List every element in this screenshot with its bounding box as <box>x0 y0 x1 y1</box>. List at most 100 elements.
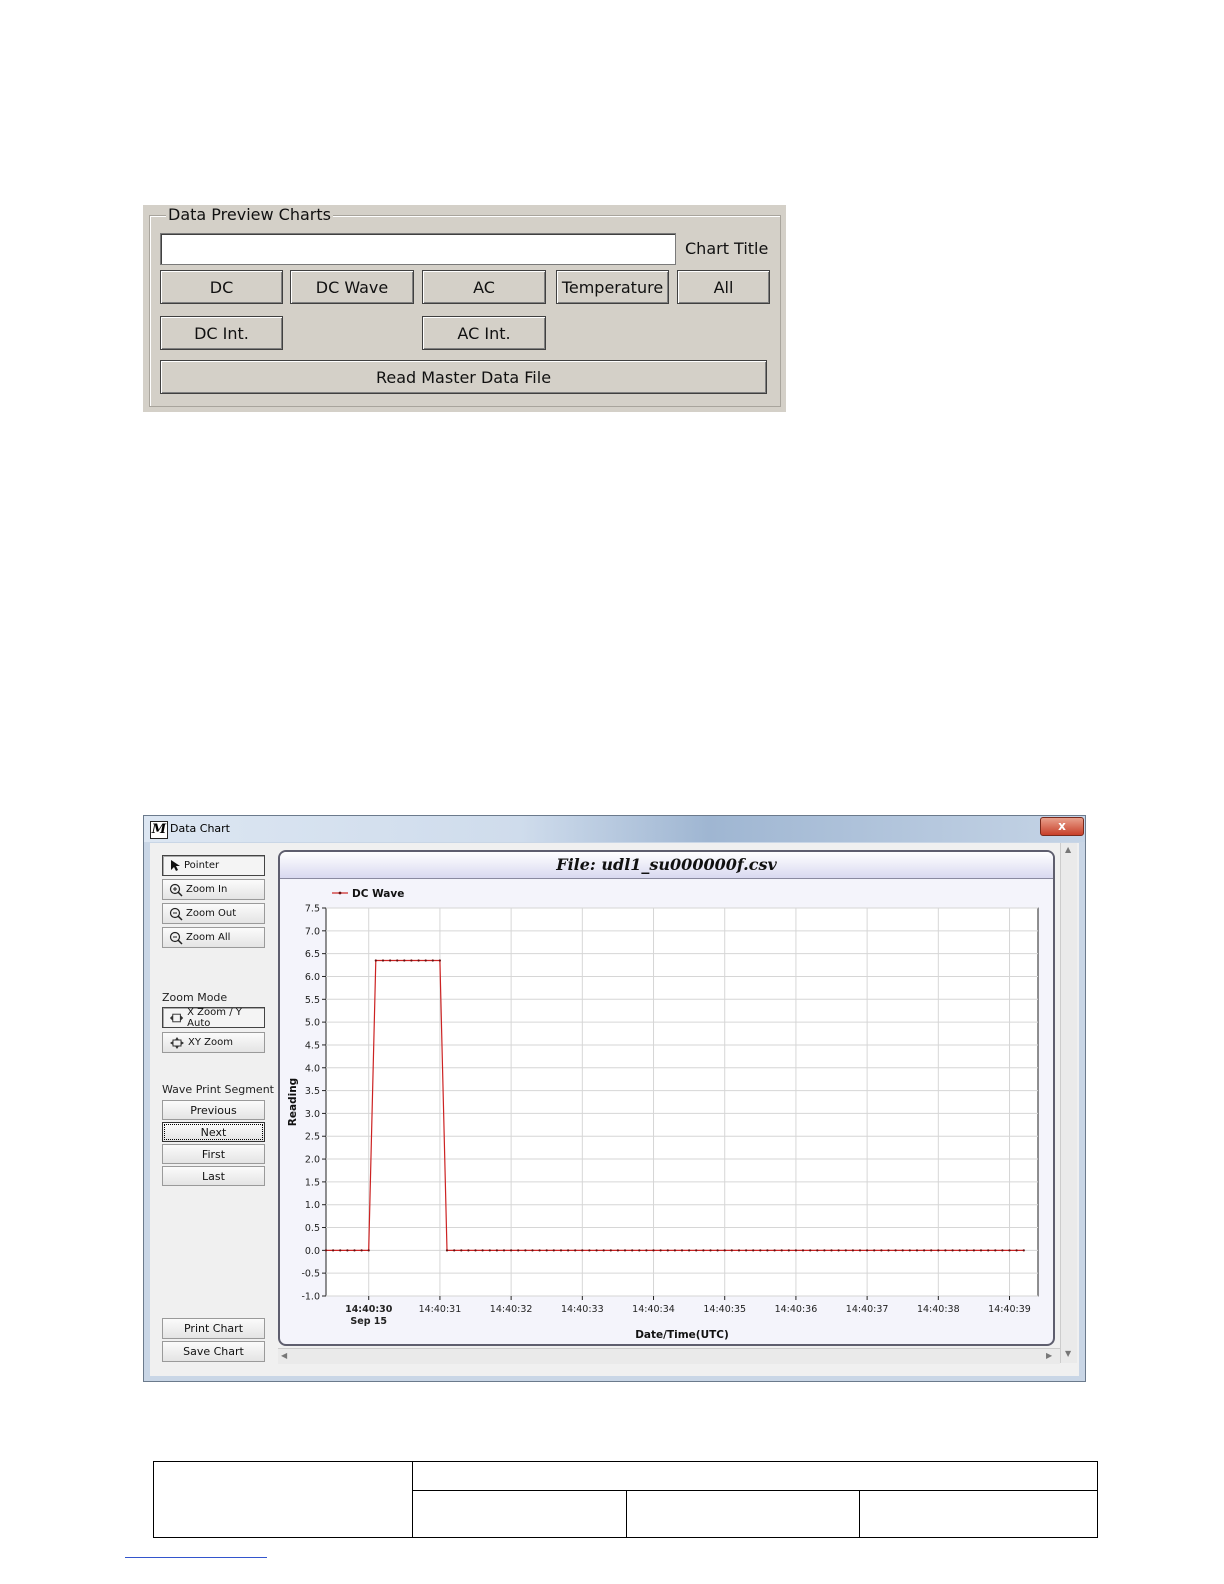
data-point <box>673 1249 676 1252</box>
table-cell <box>412 1461 1098 1491</box>
scroll-right-icon[interactable]: ▶ <box>1046 1351 1052 1360</box>
table-row <box>153 1461 1098 1538</box>
data-point <box>915 1249 919 1252</box>
data-point <box>894 1249 897 1252</box>
zoom-out-button[interactable]: Zoom Out <box>162 903 265 924</box>
data-point <box>588 1249 591 1252</box>
read-master-data-file-button[interactable]: Read Master Data File <box>160 360 767 394</box>
window-client-area: Pointer Zoom In Zoom Out Zoom All Zoom M… <box>150 843 1079 1376</box>
data-point <box>994 1249 997 1252</box>
data-point <box>901 1249 904 1252</box>
scroll-left-icon[interactable]: ◀ <box>281 1351 287 1360</box>
x-tick-label: 14:40:36 <box>775 1304 818 1315</box>
table-cell <box>153 1461 413 1538</box>
data-point <box>410 959 413 962</box>
next-button[interactable]: Next <box>162 1122 265 1142</box>
data-point <box>552 1249 555 1252</box>
data-point <box>403 959 406 962</box>
data-point <box>695 1249 698 1252</box>
data-point <box>360 1249 363 1252</box>
zoom-in-label: Zoom In <box>186 884 228 895</box>
data-point <box>787 1249 790 1252</box>
data-point <box>737 1249 741 1252</box>
chart-panel: File: udl1_su000000f.csv 7.5 7.0 6.5 6.0 5.5… <box>278 850 1055 1346</box>
zoom-out-label: Zoom Out <box>186 908 237 919</box>
window-title: Data Chart <box>170 822 230 835</box>
data-point <box>880 1249 883 1252</box>
previous-button[interactable]: Previous <box>162 1100 265 1120</box>
data-point <box>538 1249 541 1252</box>
dc-wave-button[interactable]: DC Wave <box>290 270 414 304</box>
data-point <box>887 1249 890 1252</box>
data-point <box>816 1249 819 1252</box>
dc-wave-chart[interactable]: 7.5 7.0 6.5 6.0 5.5 5.0 4.5 4.0 3.5 3.0 2.5 2.0 1.5 1… <box>280 878 1053 1344</box>
last-button[interactable]: Last <box>162 1166 265 1186</box>
y-tick-label: 4.5 <box>305 1040 320 1051</box>
scroll-up-icon[interactable]: ▲ <box>1065 845 1071 854</box>
data-point <box>510 1249 513 1252</box>
data-point <box>431 959 434 962</box>
wave-print-segment-label: Wave Print Segment <box>162 1083 274 1096</box>
window-titlebar[interactable]: M Data Chart x <box>144 816 1085 842</box>
xy-zoom-button[interactable]: XY Zoom <box>162 1032 265 1053</box>
data-point <box>780 1249 783 1252</box>
y-tick-label: 4.0 <box>305 1063 320 1074</box>
x-axis-title: Date/Time(UTC) <box>635 1329 729 1341</box>
app-logo-icon: M <box>150 821 168 839</box>
horizontal-scrollbar[interactable]: ◀ ▶ <box>278 1348 1060 1364</box>
save-chart-button[interactable]: Save Chart <box>162 1341 265 1362</box>
data-point <box>923 1249 926 1252</box>
table-cell <box>412 1490 627 1538</box>
data-point <box>595 1249 598 1252</box>
close-button[interactable]: x <box>1040 817 1084 836</box>
y-tick-label: 3.5 <box>305 1086 320 1097</box>
data-point <box>623 1249 627 1252</box>
data-point <box>987 1249 990 1252</box>
data-point <box>823 1249 826 1252</box>
chart-file-title: File: udl1_su000000f.csv <box>280 852 1053 879</box>
data-point <box>652 1249 655 1252</box>
data-point <box>616 1249 619 1252</box>
ac-button[interactable]: AC <box>422 270 546 304</box>
all-button[interactable]: All <box>677 270 770 304</box>
data-point <box>1001 1249 1004 1252</box>
x-tick-label: 14:40:34 <box>632 1304 675 1315</box>
dc-button[interactable]: DC <box>160 270 283 304</box>
y-tick-label: 7.0 <box>305 926 320 937</box>
scroll-down-icon[interactable]: ▼ <box>1065 1349 1071 1358</box>
chart-title-input[interactable] <box>160 233 676 265</box>
temperature-button[interactable]: Temperature <box>556 270 669 304</box>
first-button[interactable]: First <box>162 1144 265 1164</box>
x-zoom-y-auto-button[interactable]: X Zoom / Y Auto <box>162 1007 265 1029</box>
data-chart-window: M Data Chart x Pointer Zoom In Zoom Out … <box>143 815 1086 1382</box>
data-point <box>944 1249 947 1252</box>
zoom-mode-label: Zoom Mode <box>162 991 228 1004</box>
zoom-in-button[interactable]: Zoom In <box>162 879 265 900</box>
y-tick-label: 0.0 <box>305 1246 320 1257</box>
data-point <box>873 1249 876 1252</box>
data-point <box>723 1249 726 1252</box>
footer-table <box>153 1461 1098 1538</box>
x-tick-label: 14:40:32 <box>490 1304 533 1315</box>
data-point <box>389 959 392 962</box>
dc-int-button[interactable]: DC Int. <box>160 316 283 350</box>
data-point <box>353 1249 356 1252</box>
data-point <box>908 1249 911 1252</box>
ac-int-button[interactable]: AC Int. <box>422 316 546 350</box>
data-point <box>702 1249 705 1252</box>
link-underline <box>125 1557 267 1558</box>
data-point <box>559 1249 563 1252</box>
data-point <box>631 1249 634 1252</box>
print-chart-button[interactable]: Print Chart <box>162 1318 265 1339</box>
y-tick-label: 2.5 <box>305 1132 320 1143</box>
zoom-in-icon <box>169 883 183 897</box>
pointer-button[interactable]: Pointer <box>162 855 265 876</box>
vertical-scrollbar[interactable]: ▲ ▼ <box>1060 843 1077 1363</box>
y-tick-label: 6.5 <box>305 949 320 960</box>
data-point <box>866 1249 869 1252</box>
data-point <box>574 1249 577 1252</box>
data-point <box>937 1249 940 1252</box>
pointer-icon <box>171 860 180 871</box>
legend-label: DC Wave <box>352 888 404 900</box>
zoom-all-button[interactable]: Zoom All <box>162 927 265 948</box>
